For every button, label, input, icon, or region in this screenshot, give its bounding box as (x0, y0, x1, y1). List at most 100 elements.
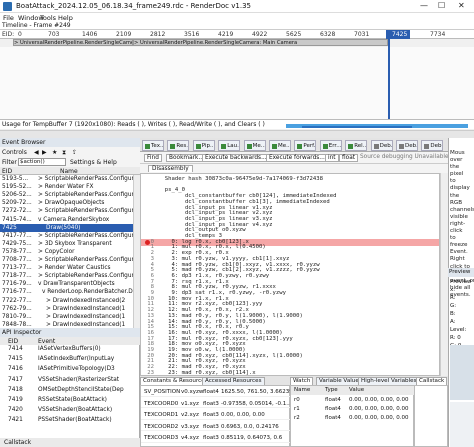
event-name: Draw(5040) (46, 224, 81, 231)
event-eid: 7718-77... (2, 273, 32, 280)
api-col-eid[interactable]: EID (8, 338, 18, 345)
panel-tab[interactable]: Perf... (294, 140, 317, 151)
panel-tab[interactable]: Tex... (142, 140, 164, 151)
col-name[interactable]: Name (60, 168, 78, 175)
constant-row[interactable]: TEXCOORD0 v1.xyz float3 -0.97358, 0.05014, … (141, 400, 291, 408)
event-row[interactable]: 7272-72... > ScriptableRenderPass.Configu… (0, 207, 140, 215)
event-row[interactable]: 7415-74... v Camera.RenderSkybox (0, 216, 140, 224)
api-call-row[interactable]: 7416 IASetPrimitiveTopology(D3 (0, 365, 140, 374)
event-row[interactable]: 5193-5... > ScriptableRenderPass.Configur… (0, 175, 140, 183)
panel-tab[interactable]: Pip... (192, 140, 215, 151)
preview-title: Preview (448, 268, 474, 277)
current-event-line (388, 39, 390, 119)
filter-input[interactable]: $action() (18, 158, 66, 166)
ruler-tick: 5625 (286, 31, 302, 38)
timeline-icon[interactable]: ⧗ (62, 149, 66, 157)
prev-event-icon[interactable]: ◀ (34, 149, 39, 156)
api-inspector-panel: API Inspector EID Event 7414 IASetVertexB… (0, 328, 140, 447)
tab-disassembly[interactable]: Disassembly (148, 165, 193, 172)
event-row[interactable]: 7762-79... > DrawIndexedInstanced(1 (0, 305, 140, 313)
api-callstack-toggle[interactable]: Callstack (0, 438, 140, 447)
event-row[interactable]: 7716-77... v RenderLoop.RenderBatcher.Dra… (0, 288, 140, 296)
constant-row[interactable]: TEXCOORD1 v2.xyz float3 0.00, 0.00, 0.00 (141, 411, 291, 420)
event-row[interactable]: 7425 Draw(5040) (0, 223, 140, 232)
watch-name: r2 (294, 415, 300, 421)
minimize-button[interactable]: — (420, 1, 428, 10)
panel-tab[interactable]: Res... (167, 140, 190, 151)
panel-tab[interactable]: Me... (243, 140, 266, 151)
api-call-row[interactable]: 7419 RSSetState(BoatAttack) (0, 396, 140, 405)
menu-file[interactable]: File (3, 14, 14, 22)
watch-name: r1 (294, 406, 300, 412)
maximize-button[interactable]: ☐ (438, 1, 445, 10)
timeline-pass-main-camera[interactable]: > UniversalRenderPipeline.RenderSingleCa… (133, 39, 388, 46)
event-row[interactable]: 5209-72... > DrawOpaqueObjects (0, 199, 140, 207)
event-row[interactable]: 7718-77... > ScriptableRenderPass.Configu… (0, 272, 140, 280)
bookmark-icon[interactable]: ★ (52, 149, 57, 156)
tab-watch[interactable]: Watch (290, 377, 314, 385)
timeline-scrollbar[interactable] (0, 130, 474, 138)
api-call-row[interactable]: 7415 IASetIndexBuffer(InputLay (0, 355, 140, 364)
ruler-tick: 4219 (218, 31, 234, 38)
execute-forwards-button[interactable]: Execute forwards... (266, 154, 328, 162)
close-button[interactable]: ✕ (458, 1, 465, 10)
bookmark-button[interactable]: Bookmark... (166, 154, 207, 162)
panel-tab[interactable]: Me... (269, 140, 291, 151)
panel-tab[interactable]: Deb... (396, 140, 418, 151)
tab-callstack[interactable]: Callstack (416, 377, 448, 385)
api-event: RSSetState(BoatAttack) (38, 397, 107, 403)
export-icon[interactable]: ⇪ (72, 149, 77, 156)
event-eid: 5195-52... (2, 184, 32, 191)
panel-tab[interactable]: Err... (319, 140, 342, 151)
api-call-row[interactable]: 7414 IASetVertexBuffers(0) (0, 345, 140, 354)
constant-row[interactable]: SV_POSITION v0.xyzw float4 1625.50, 761.50,… (141, 388, 291, 397)
api-call-row[interactable]: 7420 VSSetShader(BoatAttack) (0, 406, 140, 415)
int-toggle[interactable]: int (325, 154, 339, 162)
watch-row[interactable]: r1 float4 0.00, 0.00, 0.00, 0.00 (291, 405, 415, 414)
constant-type: float3 (203, 412, 219, 418)
panel-tab[interactable]: Rel... (345, 140, 368, 151)
watch-type: float4 (325, 397, 341, 403)
panel-tab[interactable]: Lau... (218, 140, 241, 151)
event-row[interactable]: 7429-75... > 3D Skybox Transparent (0, 240, 140, 248)
constant-row[interactable]: TEXCOORD2 v3.xyz float3 0.6963, 0.0, 0.2417… (141, 423, 291, 431)
event-row[interactable]: 7713-77... > Render Water Caustics (0, 264, 140, 272)
timeline-pass-render-single-camera[interactable]: > UniversalRenderPipeline.RenderSingleCa… (13, 39, 133, 46)
execute-backwards-button[interactable]: Execute backwards... (202, 154, 270, 162)
float-toggle[interactable]: float (339, 154, 359, 162)
timeline-area[interactable] (0, 47, 474, 120)
api-col-event[interactable]: Event (38, 338, 55, 345)
event-row[interactable]: 7578-77... > CopyColor (0, 248, 140, 256)
event-row[interactable]: 5206-52... > ScriptableRenderPass.Configu… (0, 191, 140, 199)
disassembly-code-view[interactable]: Shader hash 30873c0a-96475e9d-7a174069-f… (140, 173, 440, 376)
find-button[interactable]: Find (144, 154, 162, 162)
tab-accessed-resources[interactable]: Accessed Resources (202, 377, 265, 385)
event-row[interactable]: 7716-79... v DrawTransparentObjects (0, 280, 140, 288)
constant-row[interactable]: TEXCOORD3 v4.xyz float3 0.85119, 0.64073, 0… (141, 434, 291, 443)
current-event-marker[interactable]: 7425 (386, 30, 410, 39)
event-row[interactable]: 7708-77... > ScriptableRenderPass.Configu… (0, 256, 140, 264)
col-eid[interactable]: EID (2, 168, 12, 175)
event-row[interactable]: 7722-77... > DrawIndexedInstanced(2 (0, 297, 140, 305)
api-call-row[interactable]: 7421 PSSetShader(BoatAttack) (0, 416, 140, 425)
watch-row[interactable]: r2 float4 0.00, 0.00, 0.00, 0.00 (291, 414, 415, 423)
event-row[interactable]: 5195-52... > Render Water FX (0, 183, 140, 191)
panel-tab[interactable]: Deb... (370, 140, 393, 151)
event-name: > ScriptableRenderPass.Configure (38, 257, 138, 263)
api-call-row[interactable]: 7418 OMSetDepthStencilState(Dep (0, 386, 140, 395)
tab-constants-resources[interactable]: Constants & Resources (140, 377, 211, 385)
menu-tools[interactable]: Tools (40, 14, 56, 22)
event-row[interactable]: 7810-79... > DrawIndexedInstanced(1 (0, 313, 140, 321)
preview-thumbnail[interactable] (450, 345, 474, 400)
event-name: > CopyColor (38, 248, 75, 255)
next-event-icon[interactable]: ▶ (42, 149, 47, 156)
settings-help-button[interactable]: Settings & Help (70, 159, 117, 166)
code-scrollbar[interactable] (440, 173, 448, 376)
watch-row[interactable]: r0 float4 0.00, 0.00, 0.00, 0.00 (291, 396, 415, 405)
api-call-row[interactable]: 7417 VSSetShader(RasterizerStat (0, 376, 140, 385)
event-row[interactable]: 7417-77... > ScriptableRenderPass.Configu… (0, 232, 140, 240)
menu-help[interactable]: Help (58, 14, 73, 22)
event-list-scrollbar[interactable] (133, 175, 140, 328)
tab-high-level-variables[interactable]: High-level Variables (358, 377, 420, 385)
panel-tab[interactable]: Deb... (421, 140, 444, 151)
